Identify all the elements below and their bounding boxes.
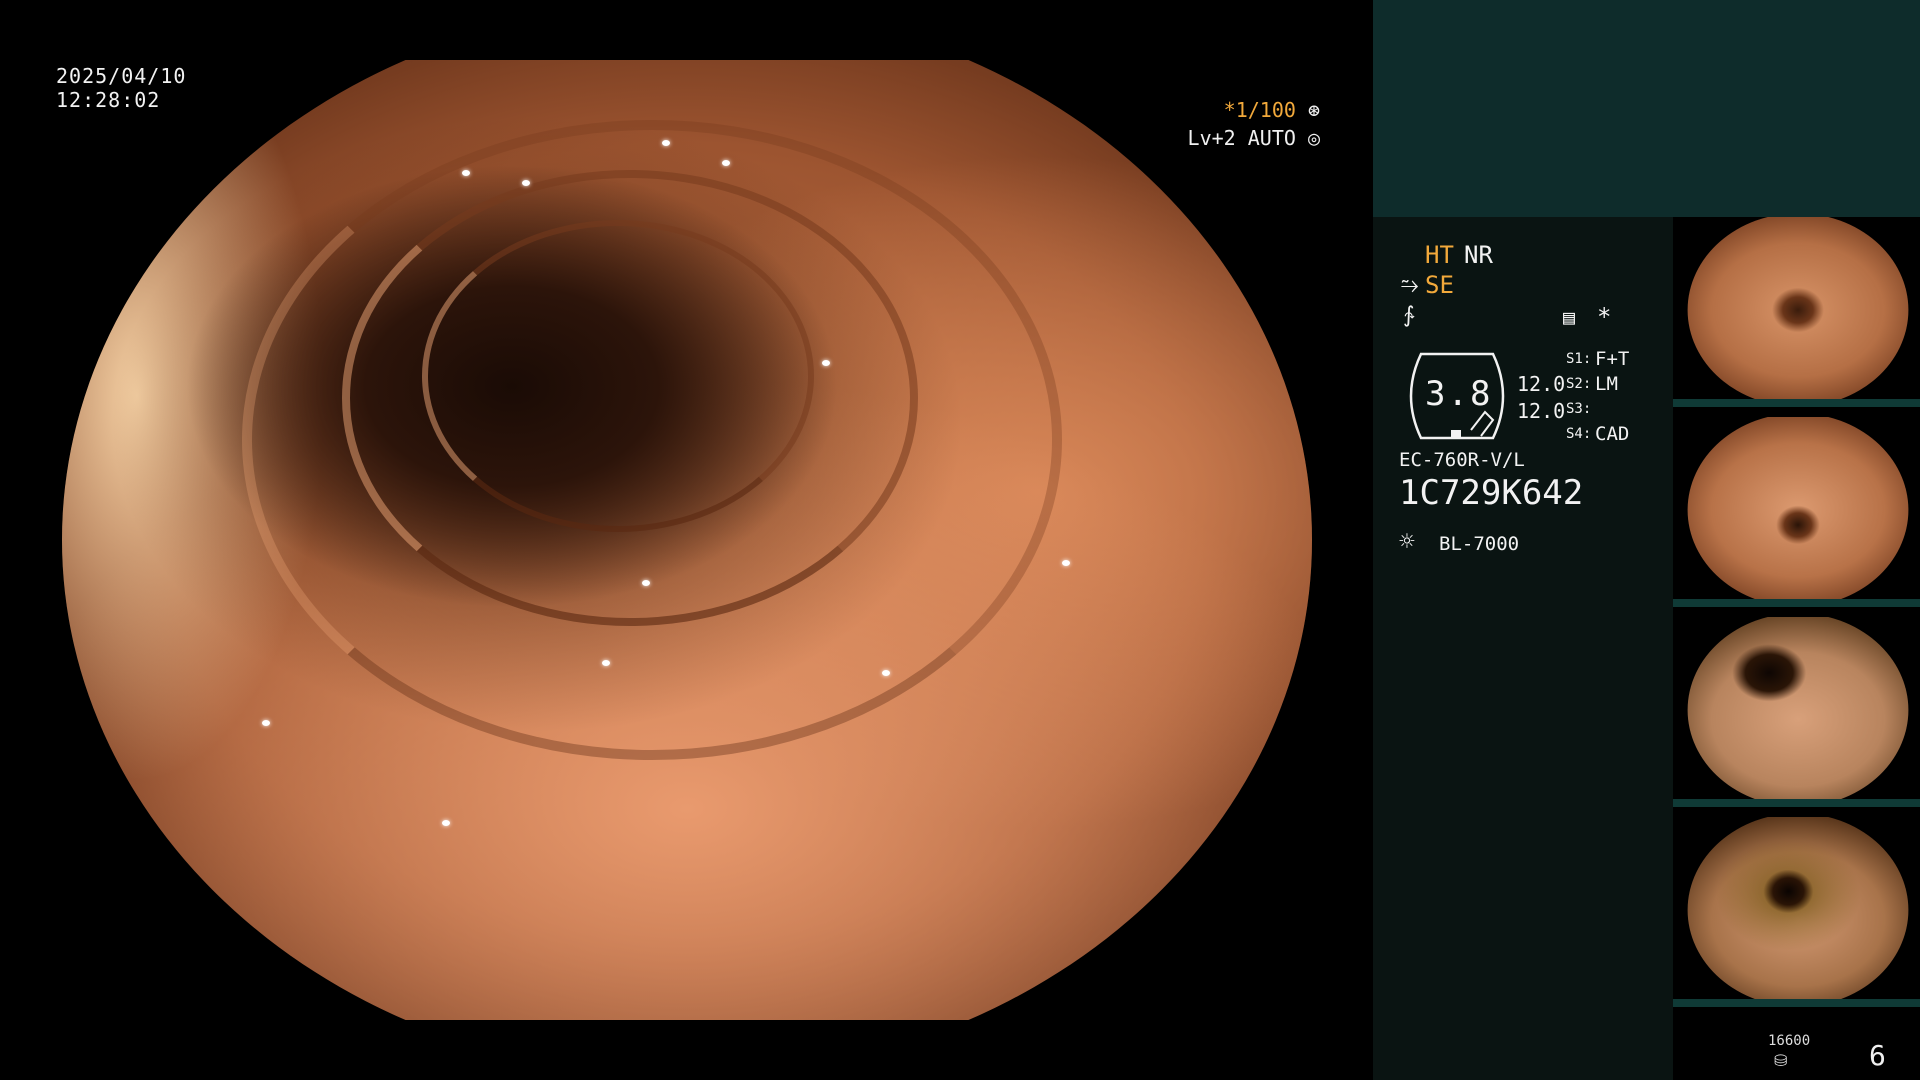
light-reflection <box>262 720 270 726</box>
thumbnail-column: 16600 ⛁ 6 <box>1673 217 1920 1080</box>
date-readout: 2025/04/10 <box>56 64 187 88</box>
s4-label: S4: <box>1566 426 1592 442</box>
light-reflection <box>1062 560 1070 566</box>
storage-count: 16600 <box>1768 1033 1811 1049</box>
s2-value: LM <box>1595 373 1618 395</box>
endoscope-viewport: 2025/04/10 12:28:02 *1/100 ⊛ Lv+2 AUTO ◎ <box>0 0 1372 1080</box>
nr-indicator: NR <box>1464 241 1493 269</box>
thumbnail-image <box>1687 617 1909 803</box>
light-reflection <box>662 140 670 146</box>
scope-model: EC-760R-V/L <box>1399 449 1525 471</box>
aperture-icon: ⊛ <box>1307 98 1320 122</box>
iris-mode: Lv+2 AUTO <box>1187 126 1296 150</box>
s1-label: S1: <box>1566 351 1592 367</box>
iris-readout: Lv+2 AUTO ◎ <box>1188 126 1320 150</box>
info-panel: HT NR ⥲ SE ∱ ▤ * 3.8 12.0 12.0 S1: F+T S… <box>1373 217 1673 1080</box>
zoom-value: 3.8 <box>1425 374 1493 414</box>
thumb-1[interactable] <box>1673 217 1920 407</box>
storage-icon: ⛁ <box>1774 1051 1788 1070</box>
light-reflection <box>642 580 650 586</box>
light-reflection <box>442 820 450 826</box>
thumb-2[interactable] <box>1673 417 1920 607</box>
enhance-icon: ⥲ <box>1401 273 1419 298</box>
s1-value: F+T <box>1595 348 1630 370</box>
image-count: 6 <box>1869 1039 1886 1072</box>
light-reflection <box>822 360 830 366</box>
light-reflection <box>522 180 530 186</box>
light-source-icon: ☼ <box>1399 527 1415 557</box>
ht-indicator: HT <box>1425 241 1454 269</box>
iris-icon: ◎ <box>1307 126 1320 150</box>
s4-value: CAD <box>1595 423 1630 445</box>
thumbnail-bar <box>1673 799 1920 807</box>
s2-label: S2: <box>1566 376 1592 392</box>
scope-serial: 1C729K642 <box>1399 473 1584 513</box>
time-readout: 12:28:02 <box>56 88 161 112</box>
shutter-readout: *1/100 ⊛ <box>1224 98 1320 122</box>
info-header-area <box>1373 0 1920 217</box>
memo-icon: ▤ <box>1563 305 1576 329</box>
shutter-speed: *1/100 <box>1223 98 1296 122</box>
thumbnail-bar <box>1673 599 1920 607</box>
freeze-icon: ∱ <box>1403 303 1415 328</box>
star-icon: * <box>1597 303 1612 331</box>
light-reflection <box>722 160 730 166</box>
endoscopic-image <box>62 60 1312 1020</box>
s3-label: S3: <box>1566 401 1592 417</box>
thumbnail-image <box>1687 217 1909 403</box>
light-reflection <box>602 660 610 666</box>
thumbnail-bar <box>1673 999 1920 1007</box>
thumbnail-image <box>1687 817 1909 1003</box>
thumb-4[interactable] <box>1673 817 1920 1007</box>
light-source-model: BL-7000 <box>1439 533 1520 555</box>
value-bottom: 12.0 <box>1517 399 1566 423</box>
light-reflection <box>462 170 470 176</box>
thumb-3[interactable] <box>1673 617 1920 807</box>
value-top: 12.0 <box>1517 372 1566 396</box>
mucosal-fold <box>242 120 1062 760</box>
thumbnail-image <box>1687 417 1909 603</box>
thumbnail-bar <box>1673 399 1920 407</box>
light-reflection <box>882 670 890 676</box>
se-indicator: SE <box>1425 271 1454 299</box>
